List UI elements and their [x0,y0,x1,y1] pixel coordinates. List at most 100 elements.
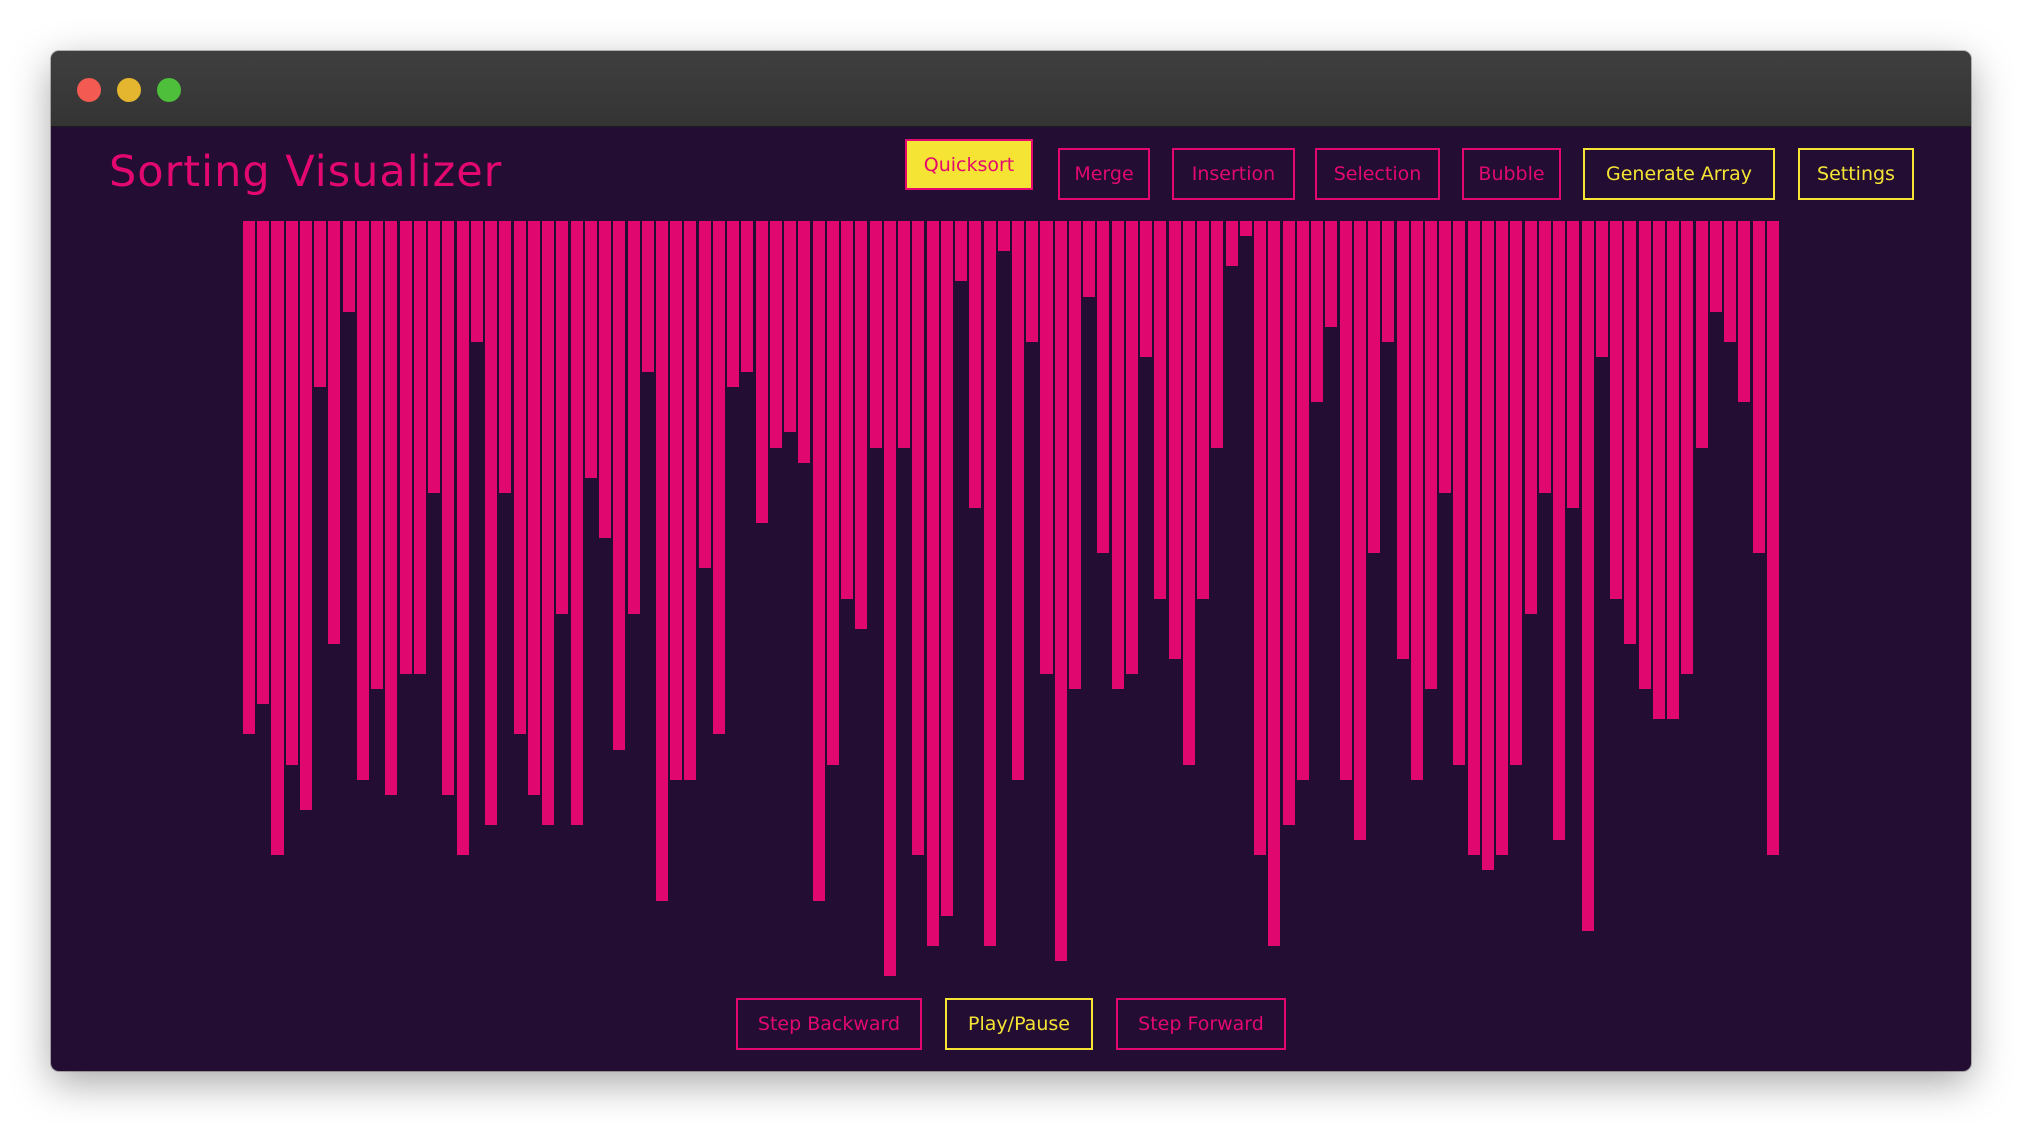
array-bar [456,221,469,856]
array-bar [1268,221,1281,946]
array-bar [670,221,683,780]
array-bar [869,221,882,448]
array-bar [1610,221,1623,599]
array-bar [898,221,911,448]
array-bar [1709,221,1722,312]
array-bar [627,221,640,614]
array-bar [1040,221,1053,674]
array-bar [342,221,355,312]
quicksort-button[interactable]: Quicksort [905,139,1033,190]
array-bar [385,221,398,795]
array-bar [1624,221,1637,644]
array-bar [940,221,953,916]
array-bar [784,221,797,433]
array-bar [1026,221,1039,342]
array-bar [997,221,1010,252]
maximize-window-button[interactable] [157,78,181,102]
array-bar [698,221,711,569]
array-bar [485,221,498,825]
array-bar [1581,221,1594,931]
array-bar [1667,221,1680,720]
array-bar [1254,221,1267,856]
step-backward-button[interactable]: Step Backward [736,998,922,1050]
array-bar [969,221,982,508]
array-bar [1410,221,1423,780]
merge-button[interactable]: Merge [1058,148,1150,200]
array-bar [257,221,270,705]
app-window: Sorting Visualizer Quicksort Merge Inser… [51,51,1971,1071]
array-bar [1182,221,1195,765]
generate-array-button[interactable]: Generate Array [1583,148,1775,200]
array-bar [413,221,426,674]
array-bar [912,221,925,856]
array-bar [1083,221,1096,297]
array-bar [684,221,697,780]
array-bar [1111,221,1124,690]
array-bar [1168,221,1181,659]
array-bar [1068,221,1081,690]
array-bar [285,221,298,765]
array-bar [1012,221,1025,780]
array-bar [1453,221,1466,765]
array-bar [1510,221,1523,765]
page-title: Sorting Visualizer [109,147,503,197]
array-bar [1496,221,1509,856]
array-bar [299,221,312,810]
array-bar [741,221,754,372]
array-bar [271,221,284,856]
array-bar [727,221,740,388]
array-bar [1154,221,1167,599]
array-bar [1439,221,1452,493]
array-bar [556,221,569,614]
array-bar [1553,221,1566,841]
array-bar [570,221,583,825]
array-bar [527,221,540,795]
array-bar [712,221,725,735]
array-bar [314,221,327,388]
array-bar [1125,221,1138,674]
minimize-window-button[interactable] [117,78,141,102]
array-bar [399,221,412,674]
array-bar [428,221,441,493]
array-bar [1481,221,1494,871]
array-bar [1311,221,1324,403]
array-bar [1695,221,1708,448]
array-bar [1567,221,1580,508]
array-bar [1638,221,1651,690]
insertion-button[interactable]: Insertion [1172,148,1295,200]
array-bar [855,221,868,629]
window-titlebar [51,51,1971,127]
array-bar [513,221,526,735]
array-bar [1396,221,1409,659]
close-window-button[interactable] [77,78,101,102]
array-bar [1211,221,1224,448]
array-bar [470,221,483,342]
array-bar [812,221,825,901]
array-bar [442,221,455,795]
bubble-button[interactable]: Bubble [1462,148,1561,200]
step-forward-button[interactable]: Step Forward [1116,998,1286,1050]
array-bar [926,221,939,946]
array-bar [542,221,555,825]
selection-button[interactable]: Selection [1315,148,1440,200]
array-bar [584,221,597,478]
array-bar [1140,221,1153,357]
array-bar [841,221,854,599]
array-bar [755,221,768,523]
array-bar [328,221,341,644]
array-bar [1681,221,1694,674]
array-bar [1652,221,1665,720]
array-bar [1239,221,1252,237]
array-bar [499,221,512,493]
array-bar [1339,221,1352,780]
array-bar [826,221,839,765]
array-bar [371,221,384,690]
play-pause-button[interactable]: Play/Pause [945,998,1093,1050]
settings-button[interactable]: Settings [1798,148,1914,200]
array-bar [1325,221,1338,327]
array-bar [599,221,612,539]
array-bar [955,221,968,282]
array-bar [641,221,654,372]
array-bar [243,221,256,735]
array-bar [1054,221,1067,961]
